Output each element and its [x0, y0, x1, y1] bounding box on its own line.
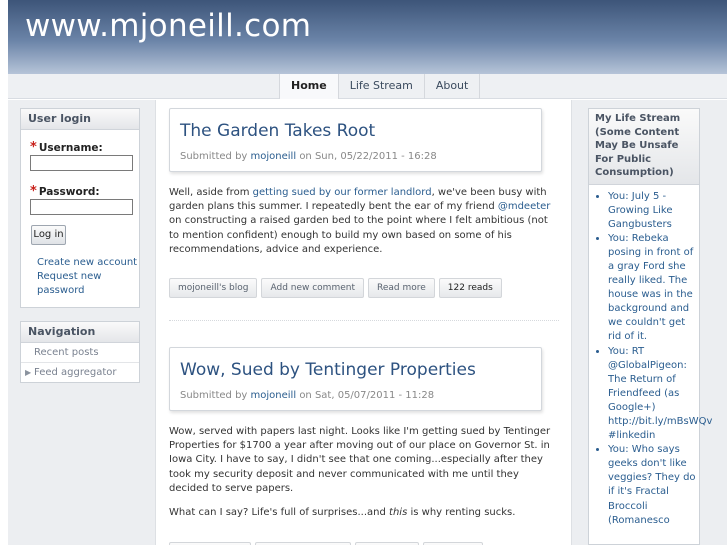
tab-life-stream[interactable]: Life Stream	[337, 74, 424, 99]
nav-item-feed-aggregator[interactable]: ▶ Feed aggregator	[21, 362, 139, 381]
post-title[interactable]: The Garden Takes Root	[180, 121, 375, 141]
post-body: Wow, served with papers last night. Look…	[169, 426, 551, 519]
collapsed-arrow-icon: ▶	[25, 368, 32, 377]
post-title[interactable]: Wow, Sued by Tentinger Properties	[180, 360, 476, 380]
username-label: * Username:	[30, 140, 103, 155]
create-account-link[interactable]: Create new account	[37, 256, 137, 270]
content-area: The Garden Takes Root Submitted by mojon…	[155, 100, 572, 545]
navigation-block: Navigation Recent posts ▶ Feed aggregator	[20, 321, 140, 383]
navigation-title: Navigation	[21, 322, 139, 343]
post-header: The Garden Takes Root Submitted by mojon…	[169, 108, 542, 172]
author-link[interactable]: mojoneill	[251, 151, 297, 162]
site-header: www.mjoneill.com	[8, 0, 727, 74]
post-body: Well, aside from getting sued by our for…	[169, 187, 551, 255]
read-more-link[interactable]: Read more	[368, 278, 435, 298]
post-submitted: Submitted by mojoneill on Sat, 05/07/201…	[180, 390, 435, 401]
primary-nav: Home Life Stream About	[8, 74, 727, 99]
post-submitted: Submitted by mojoneill on Sun, 05/22/201…	[180, 151, 437, 162]
list-item[interactable]: You: Rebeka posing in front of a gray Fo…	[608, 232, 697, 345]
add-comment-link[interactable]: Add new comment	[261, 278, 364, 298]
life-stream-block: My Life Stream (Some Content May Be Unsa…	[588, 108, 712, 545]
password-input[interactable]	[30, 199, 133, 215]
blog-link[interactable]: mojoneill's blog	[169, 278, 258, 298]
post-header: Wow, Sued by Tentinger Properties Submit…	[169, 347, 542, 411]
tab-about[interactable]: About	[423, 74, 481, 99]
post-divider	[169, 320, 559, 321]
sued-link[interactable]: getting sued by our former landlord	[253, 187, 432, 198]
request-password-link[interactable]: Request new password	[37, 270, 101, 298]
list-item[interactable]: You: Who says geeks don't like veggies? …	[608, 443, 697, 528]
list-item[interactable]: You: RT @GlobalPigeon: The Return of Fri…	[608, 345, 712, 444]
nav-tabs: Home Life Stream About	[279, 74, 481, 99]
password-label: * Password:	[30, 184, 100, 199]
user-login-title: User login	[21, 109, 139, 130]
reads-count: 122 reads	[438, 278, 502, 298]
author-link[interactable]: mojoneill	[251, 390, 297, 401]
life-stream-list: You: July 5 - Growing Like Gangbusters Y…	[589, 185, 712, 528]
life-stream-title: My Life Stream (Some Content May Be Unsa…	[589, 109, 699, 185]
list-item[interactable]: You: July 5 - Growing Like Gangbusters	[608, 190, 697, 232]
mdeeter-link[interactable]: @mdeeter	[498, 201, 551, 212]
site-title[interactable]: www.mjoneill.com	[25, 8, 311, 44]
nav-item-recent-posts[interactable]: Recent posts	[21, 343, 139, 362]
required-mark: *	[30, 184, 37, 199]
log-in-button[interactable]: Log in	[31, 225, 66, 245]
post-links: mojoneill's blog Add new comment Read mo…	[169, 278, 502, 298]
username-input[interactable]	[30, 155, 133, 171]
user-login-block: User login * Username: * Password: Log in …	[20, 108, 140, 308]
tab-home[interactable]: Home	[279, 74, 338, 99]
required-mark: *	[30, 140, 37, 155]
